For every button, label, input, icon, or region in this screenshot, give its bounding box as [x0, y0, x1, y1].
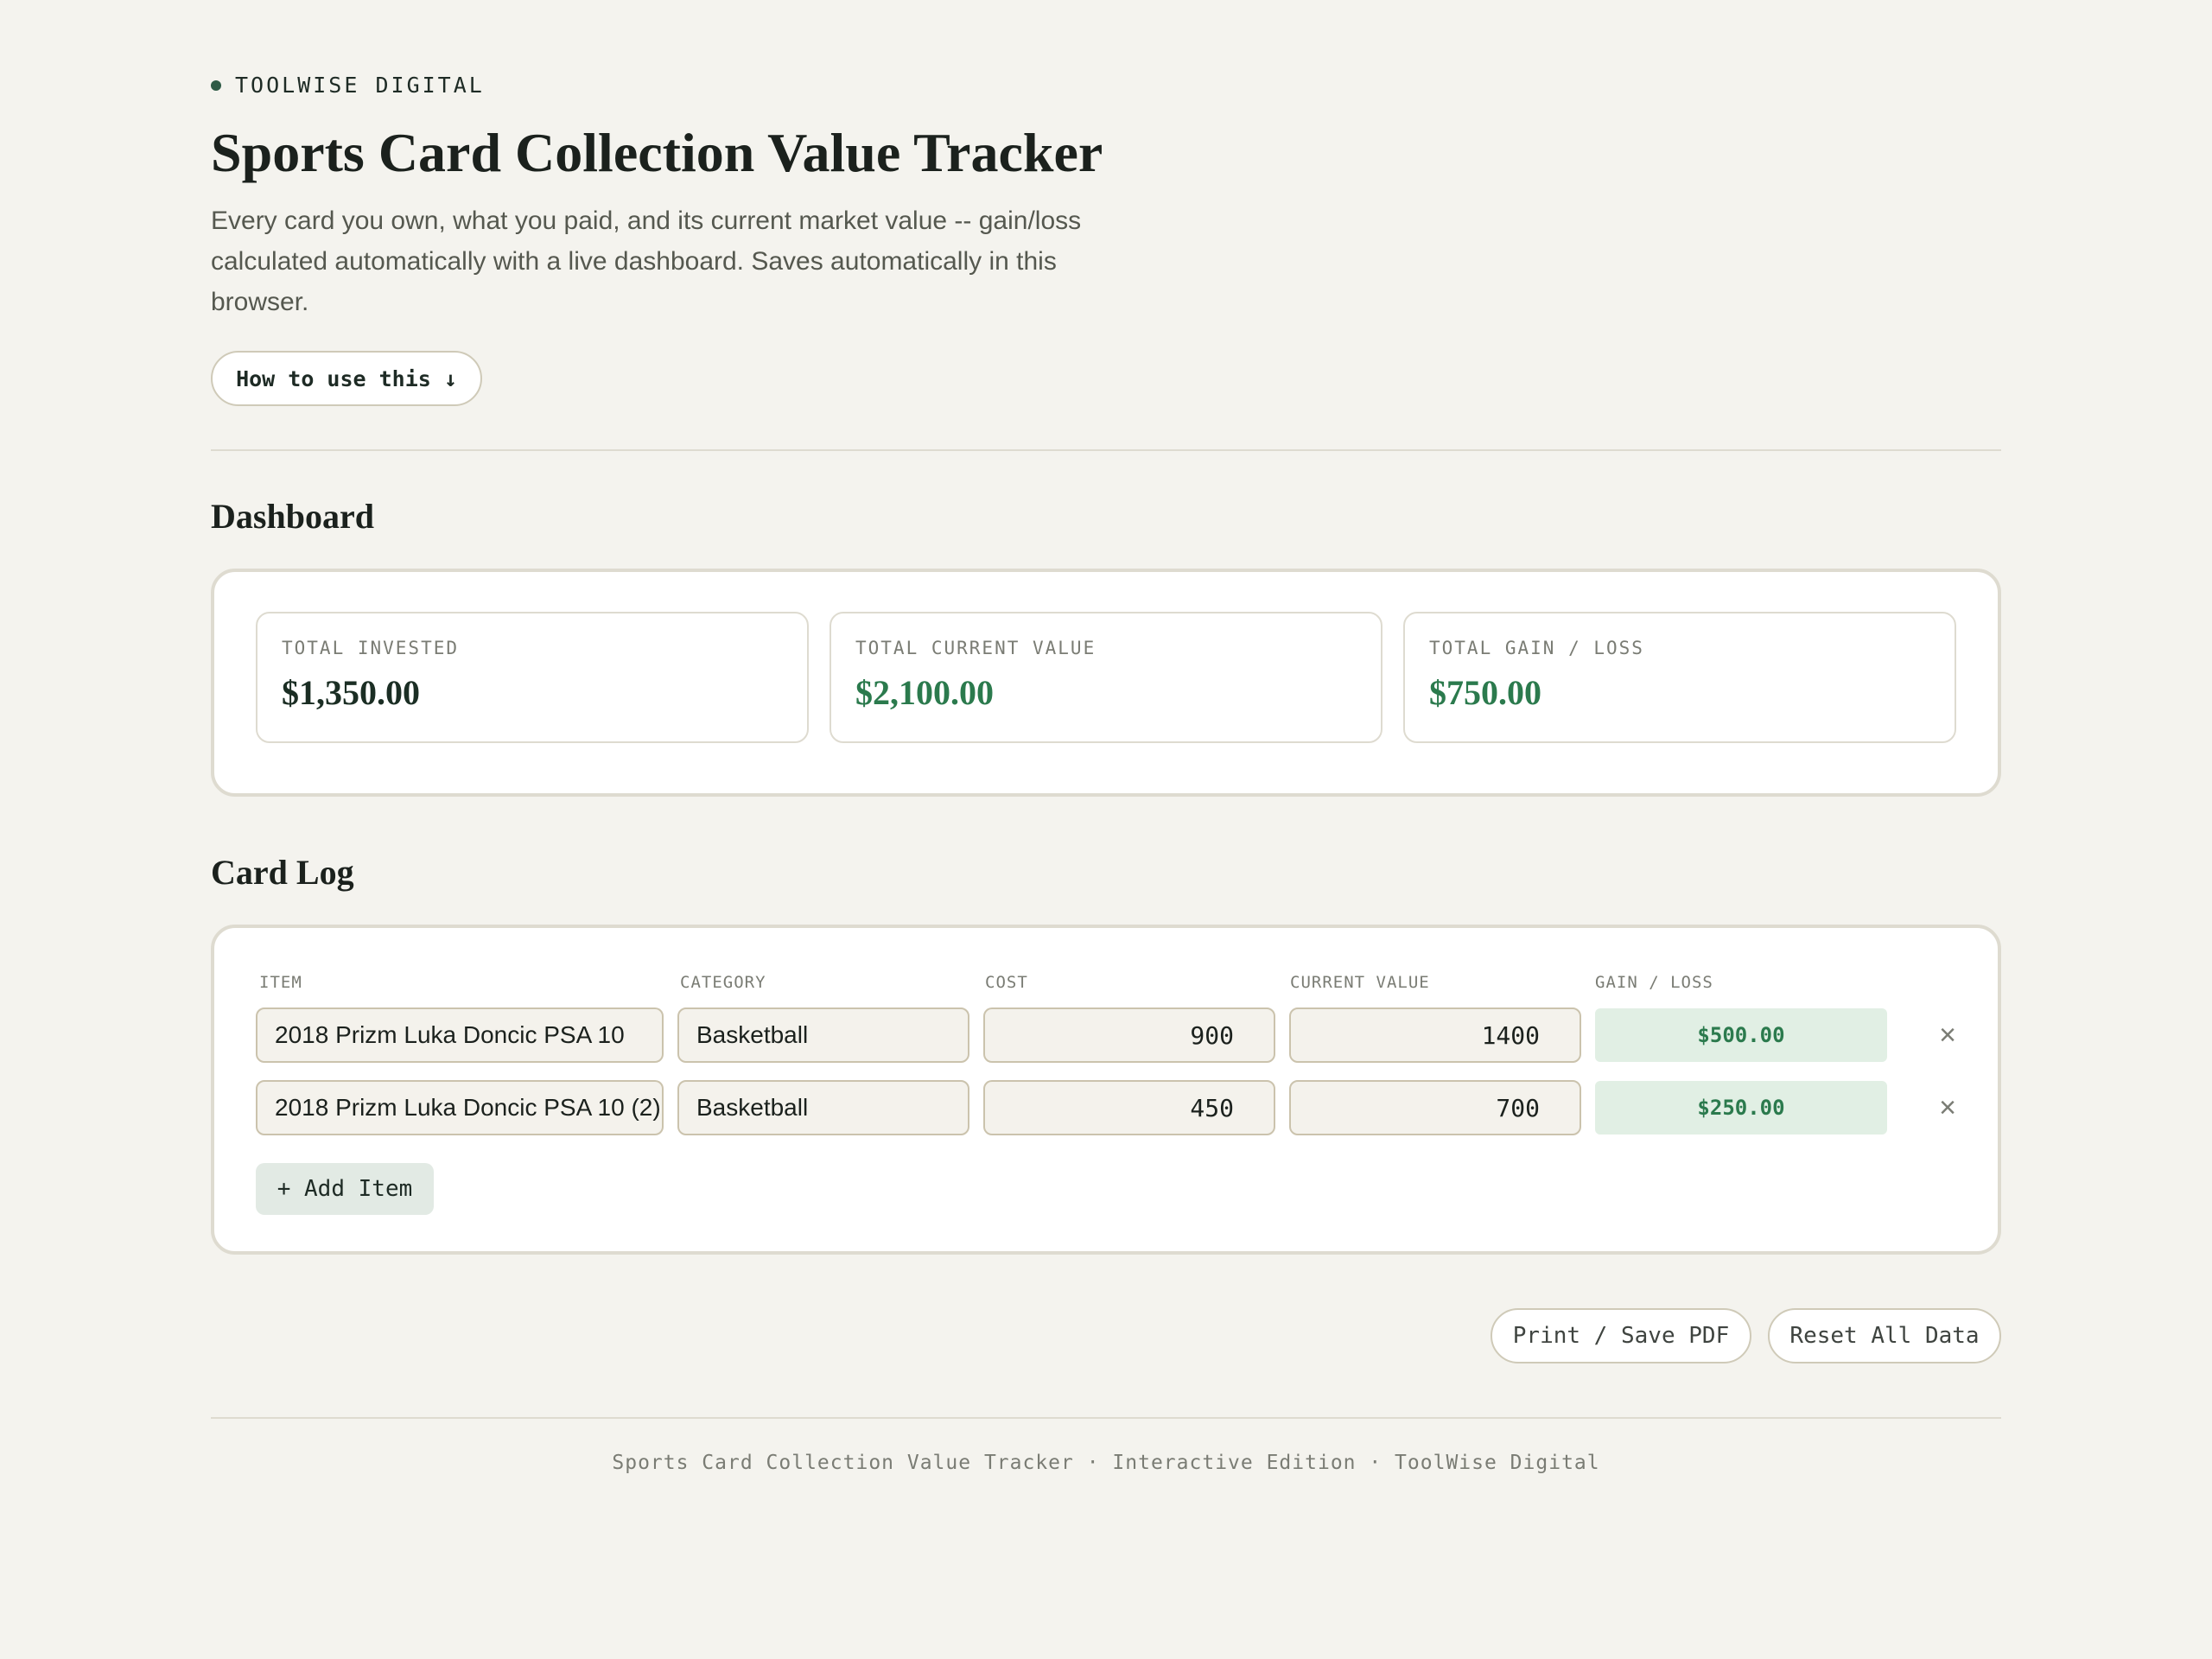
stat-total-gain-loss: TOTAL GAIN / LOSS $750.00	[1403, 612, 1956, 743]
stat-label: TOTAL GAIN / LOSS	[1429, 638, 1644, 658]
brand-name: TOOLWISE DIGITAL	[235, 73, 485, 98]
stat-value: $1,350.00	[282, 673, 420, 712]
cost-input[interactable]: 900	[983, 1007, 1275, 1063]
print-save-pdf-button[interactable]: Print / Save PDF	[1491, 1308, 1751, 1363]
gain-loss-value: $500.00	[1595, 1008, 1887, 1062]
header-divider	[211, 449, 2001, 451]
card-log-panel: ITEM CATEGORY COST CURRENT VALUE GAIN / …	[211, 925, 2001, 1255]
column-header-current-value: CURRENT VALUE	[1290, 973, 1430, 992]
stat-value: $2,100.00	[855, 673, 994, 712]
column-header-item: ITEM	[259, 973, 302, 992]
footer-divider	[211, 1417, 2001, 1419]
remove-row-icon[interactable]: ×	[1929, 1016, 1967, 1054]
remove-row-icon[interactable]: ×	[1929, 1089, 1967, 1127]
card-log-heading: Card Log	[211, 853, 354, 892]
how-to-use-button[interactable]: How to use this ↓	[211, 351, 482, 406]
item-input[interactable]: 2018 Prizm Luka Doncic PSA 10	[256, 1007, 664, 1063]
column-header-category: CATEGORY	[680, 973, 766, 992]
footer-text: Sports Card Collection Value Tracker · I…	[612, 1452, 1600, 1474]
stat-total-current-value: TOTAL CURRENT VALUE $2,100.00	[830, 612, 1382, 743]
stat-label: TOTAL CURRENT VALUE	[855, 638, 1096, 658]
category-input[interactable]: Basketball	[677, 1007, 969, 1063]
item-input[interactable]: 2018 Prizm Luka Doncic PSA 10 (2)	[256, 1080, 664, 1135]
brand-dot-icon	[211, 79, 221, 91]
reset-all-data-button[interactable]: Reset All Data	[1768, 1308, 2001, 1363]
add-item-button[interactable]: + Add Item	[256, 1163, 434, 1215]
current-value-input[interactable]: 700	[1289, 1080, 1581, 1135]
category-input[interactable]: Basketball	[677, 1080, 969, 1135]
cost-input[interactable]: 450	[983, 1080, 1275, 1135]
page-title: Sports Card Collection Value Tracker	[211, 122, 1103, 183]
dashboard-panel: TOTAL INVESTED $1,350.00 TOTAL CURRENT V…	[211, 569, 2001, 797]
dashboard-heading: Dashboard	[211, 497, 374, 536]
current-value-input[interactable]: 1400	[1289, 1007, 1581, 1063]
stat-total-invested: TOTAL INVESTED $1,350.00	[256, 612, 809, 743]
brand: TOOLWISE DIGITAL	[211, 73, 485, 98]
gain-loss-value: $250.00	[1595, 1081, 1887, 1135]
column-header-cost: COST	[985, 973, 1028, 992]
page-subtitle: Every card you own, what you paid, and i…	[211, 207, 1082, 316]
column-header-gain-loss: GAIN / LOSS	[1595, 973, 1713, 992]
stat-value: $750.00	[1429, 673, 1541, 712]
stat-label: TOTAL INVESTED	[282, 638, 460, 658]
